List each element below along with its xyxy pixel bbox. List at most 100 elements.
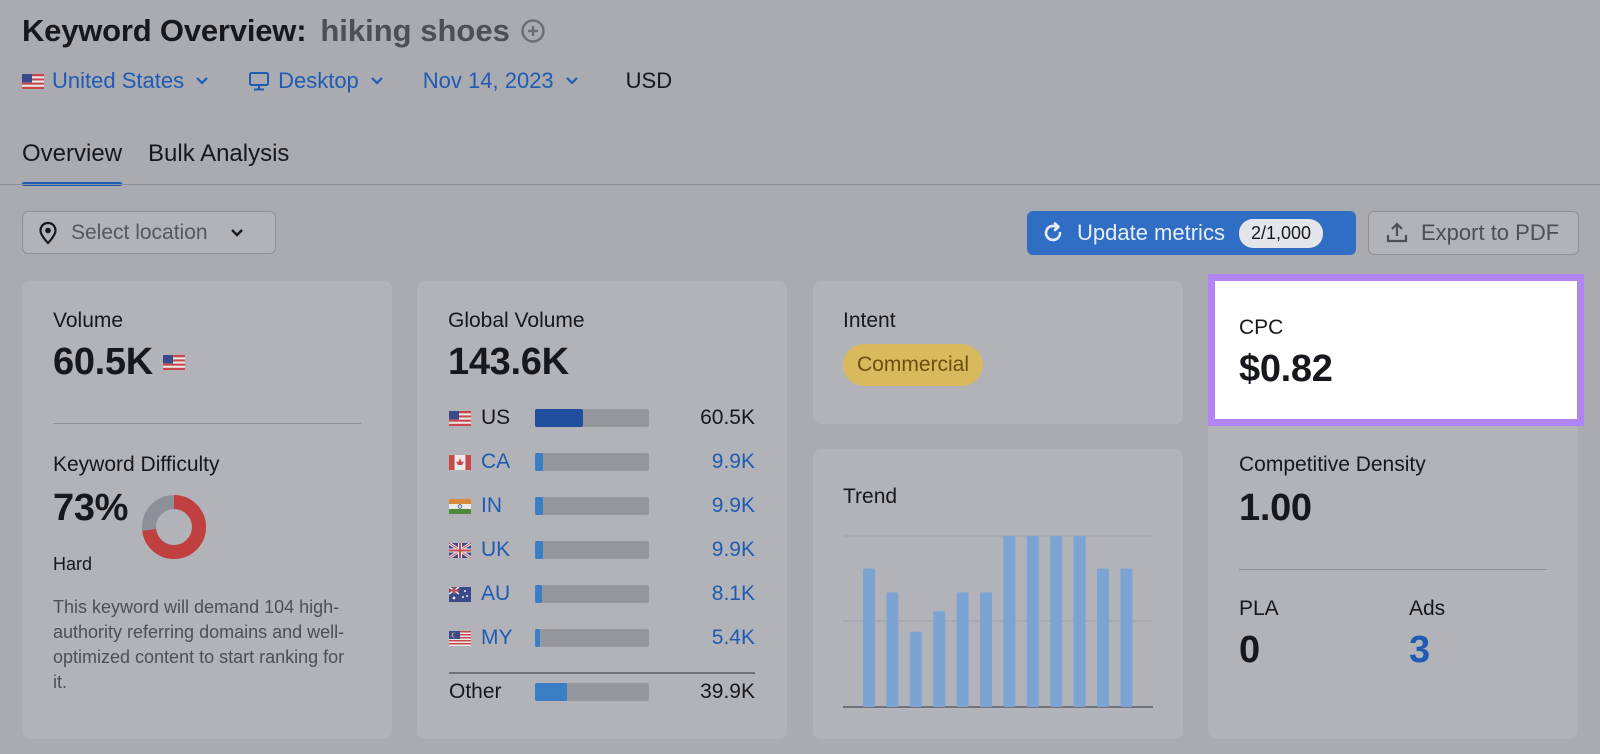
trend-bar[interactable] bbox=[1073, 536, 1086, 707]
country-share-fill bbox=[535, 453, 543, 471]
page-header: Keyword Overview: hiking shoes bbox=[22, 12, 546, 50]
volume-card: Volume 60.5K Keyword Difficulty 73% Hard… bbox=[22, 281, 392, 739]
country-volume: 9.9K bbox=[711, 538, 755, 561]
country-row-my[interactable]: MY 5.4K bbox=[449, 624, 755, 652]
keyword-title: hiking shoes bbox=[320, 13, 510, 48]
date-filter[interactable]: Nov 14, 2023 bbox=[423, 68, 580, 94]
trend-bar[interactable] bbox=[1003, 536, 1016, 707]
update-count-badge: 2/1,000 bbox=[1238, 218, 1324, 248]
volume-value: 60.5K bbox=[53, 341, 153, 383]
intent-card: Intent Commercial bbox=[813, 281, 1183, 424]
country-filter-label: United States bbox=[52, 68, 185, 93]
ads-label: Ads bbox=[1409, 597, 1446, 620]
page-title: Keyword Overview: bbox=[22, 13, 307, 48]
country-code: US bbox=[481, 406, 511, 429]
update-metrics-button[interactable]: Update metrics 2/1,000 bbox=[1027, 211, 1356, 255]
add-keyword-icon[interactable] bbox=[520, 18, 546, 44]
trend-card: Trend bbox=[813, 449, 1183, 739]
upload-icon bbox=[1386, 222, 1408, 243]
country-filter[interactable]: United States bbox=[22, 68, 210, 94]
trend-bar[interactable] bbox=[886, 592, 899, 707]
location-select[interactable]: Select location bbox=[22, 211, 276, 254]
country-share-bar bbox=[535, 629, 649, 647]
intent-badge[interactable]: Commercial bbox=[843, 344, 984, 386]
cpc-highlight: CPC $0.82 bbox=[1208, 274, 1584, 426]
us-flag-icon bbox=[162, 355, 185, 370]
country-share-fill bbox=[535, 629, 540, 647]
competitive-density-label: Competitive Density bbox=[1239, 453, 1426, 476]
card-divider bbox=[449, 672, 755, 674]
tab-divider bbox=[0, 184, 1600, 185]
filters-bar: United States Desktop Nov 14, 2023 USD bbox=[22, 64, 672, 98]
trend-bar[interactable] bbox=[956, 592, 969, 707]
my-flag-icon bbox=[449, 630, 471, 646]
country-volume: 9.9K bbox=[711, 450, 755, 473]
chevron-down-icon bbox=[371, 77, 383, 85]
trend-bar[interactable] bbox=[933, 611, 946, 707]
card-divider bbox=[53, 423, 361, 424]
country-volume: 9.9K bbox=[711, 494, 755, 517]
trend-bar[interactable] bbox=[1120, 568, 1133, 707]
export-pdf-button[interactable]: Export to PDF bbox=[1368, 211, 1579, 255]
tab-overview[interactable]: Overview bbox=[22, 134, 123, 186]
update-metrics-label: Update metrics bbox=[1077, 220, 1225, 245]
country-share-bar bbox=[535, 683, 649, 701]
country-share-bar bbox=[535, 497, 649, 515]
cpc-value: $0.82 bbox=[1239, 348, 1333, 390]
country-code: MY bbox=[481, 626, 513, 649]
other-label: Other bbox=[449, 680, 502, 703]
device-filter[interactable]: Desktop bbox=[248, 68, 385, 94]
trend-bar[interactable] bbox=[863, 568, 875, 707]
trend-label: Trend bbox=[843, 485, 898, 508]
au-flag-icon bbox=[449, 586, 471, 602]
country-code: CA bbox=[481, 450, 511, 473]
refresh-icon bbox=[1044, 222, 1062, 242]
keyword-difficulty-value: 73% bbox=[53, 487, 129, 529]
ca-flag-icon bbox=[449, 454, 471, 470]
trend-bar[interactable] bbox=[980, 592, 992, 707]
country-volume: 5.4K bbox=[711, 626, 755, 649]
trend-bar[interactable] bbox=[1050, 536, 1063, 707]
uk-flag-icon bbox=[449, 542, 471, 558]
chevron-down-icon bbox=[230, 228, 243, 237]
trend-bar[interactable] bbox=[1097, 568, 1109, 707]
global-volume-card: Global Volume 143.6K US 60.5K CA 9.9K IN… bbox=[417, 281, 787, 739]
global-volume-value: 143.6K bbox=[448, 341, 569, 383]
keyword-difficulty-label: Keyword Difficulty bbox=[53, 453, 220, 476]
in-flag-icon bbox=[449, 498, 471, 514]
volume-label: Volume bbox=[53, 309, 124, 332]
country-row-us[interactable]: US 60.5K bbox=[449, 404, 755, 432]
card-divider bbox=[1239, 569, 1547, 570]
date-filter-label: Nov 14, 2023 bbox=[422, 68, 554, 93]
location-pin-icon bbox=[39, 221, 57, 245]
country-share-fill bbox=[535, 541, 543, 559]
trend-bar[interactable] bbox=[909, 631, 922, 707]
country-volume: 60.5K bbox=[700, 406, 755, 429]
country-row-au[interactable]: AU 8.1K bbox=[449, 580, 755, 608]
chevron-down-icon bbox=[565, 77, 578, 85]
desktop-icon bbox=[249, 72, 270, 91]
us-flag-icon bbox=[22, 73, 44, 89]
country-row-ca[interactable]: CA 9.9K bbox=[449, 448, 755, 476]
competitive-density-value: 1.00 bbox=[1239, 487, 1312, 529]
intent-label: Intent bbox=[843, 309, 896, 332]
country-share-fill bbox=[535, 585, 542, 603]
other-share-fill bbox=[535, 683, 567, 701]
country-volume: 8.1K bbox=[711, 582, 755, 605]
cpc-label: CPC bbox=[1239, 316, 1284, 339]
other-volume: 39.9K bbox=[700, 680, 755, 703]
trend-bar[interactable] bbox=[1026, 536, 1039, 707]
country-row-in[interactable]: IN 9.9K bbox=[449, 492, 755, 520]
country-share-fill bbox=[535, 409, 583, 427]
ads-value[interactable]: 3 bbox=[1409, 629, 1430, 672]
tab-bar: Overview Bulk Analysis bbox=[22, 134, 315, 186]
country-row-uk[interactable]: UK 9.9K bbox=[449, 536, 755, 564]
difficulty-donut-chart bbox=[142, 495, 206, 559]
country-code: IN bbox=[481, 494, 502, 517]
export-pdf-label: Export to PDF bbox=[1421, 220, 1560, 245]
country-share-bar bbox=[535, 453, 649, 471]
country-share-bar bbox=[535, 541, 649, 559]
pla-label: PLA bbox=[1239, 597, 1279, 620]
us-flag-icon bbox=[449, 410, 471, 426]
tab-bulk-analysis[interactable]: Bulk Analysis bbox=[148, 134, 289, 186]
